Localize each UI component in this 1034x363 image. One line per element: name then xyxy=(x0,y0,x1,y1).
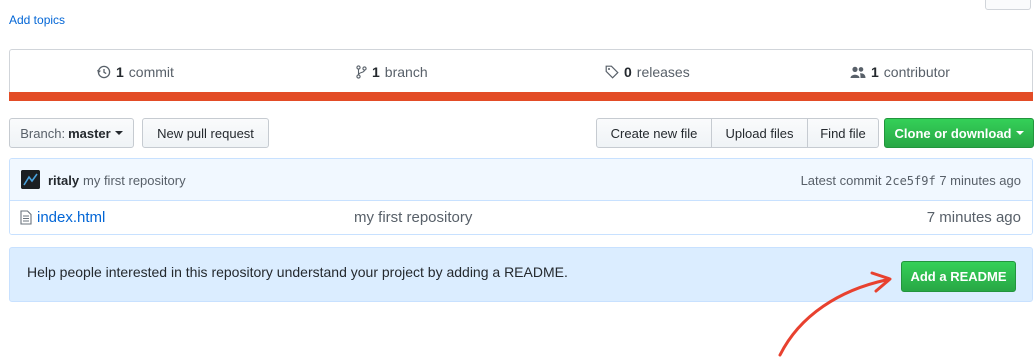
latest-commit-label: Latest commit xyxy=(800,173,882,188)
upload-files-button[interactable]: Upload files xyxy=(711,118,808,148)
add-topics-link[interactable]: Add topics xyxy=(9,13,65,27)
file-icon xyxy=(20,210,32,228)
commit-tease: ritaly my first repository Latest commit… xyxy=(10,159,1032,201)
branches-count: 1 xyxy=(372,64,380,80)
file-navigation: Branch: master New pull request Create n… xyxy=(0,118,1034,148)
new-pull-request-button[interactable]: New pull request xyxy=(142,118,269,148)
commits-label: commit xyxy=(128,64,174,80)
commit-author-link[interactable]: ritaly xyxy=(48,173,79,188)
latest-commit-info: Latest commit 2ce5f9f 7 minutes ago xyxy=(801,173,1021,188)
commit-sha-link[interactable]: 2ce5f9f xyxy=(885,174,936,188)
add-readme-label: Add a README xyxy=(910,269,1007,284)
branch-select-button[interactable]: Branch: master xyxy=(9,118,134,148)
file-commit-message-link[interactable]: my first repository xyxy=(354,209,472,226)
commits-stat[interactable]: 1 commit xyxy=(97,62,174,82)
find-file-button[interactable]: Find file xyxy=(807,118,879,148)
add-readme-button[interactable]: Add a README xyxy=(901,261,1016,292)
language-bar[interactable] xyxy=(9,92,1033,101)
branches-stat[interactable]: 1 branch xyxy=(356,62,428,82)
clone-or-download-label: Clone or download xyxy=(894,125,1012,141)
new-pull-request-label: New pull request xyxy=(157,125,254,141)
create-new-file-label: Create new file xyxy=(610,125,698,141)
git-branch-icon xyxy=(356,65,367,79)
file-age: 7 minutes ago xyxy=(926,209,1021,226)
tag-icon xyxy=(605,65,619,79)
chevron-down-icon xyxy=(114,131,123,135)
find-file-label: Find file xyxy=(820,125,866,141)
people-icon xyxy=(850,66,866,79)
contributors-stat[interactable]: 1 contributor xyxy=(850,62,950,82)
edit-button[interactable] xyxy=(985,0,1031,10)
branch-prefix: Branch: xyxy=(20,125,66,141)
contributors-label: contributor xyxy=(883,64,950,80)
clone-or-download-button[interactable]: Clone or download xyxy=(884,118,1034,148)
file-name-link[interactable]: index.html xyxy=(37,209,105,226)
create-new-file-button[interactable]: Create new file xyxy=(596,118,712,148)
readme-help-text: Help people interested in this repositor… xyxy=(27,264,568,280)
history-icon xyxy=(97,65,111,79)
upload-files-label: Upload files xyxy=(725,125,794,141)
contributors-count: 1 xyxy=(871,64,879,80)
branches-label: branch xyxy=(384,64,428,80)
commit-age: 7 minutes ago xyxy=(939,173,1021,188)
table-row: index.html my first repository 7 minutes… xyxy=(10,201,1032,234)
branch-name: master xyxy=(68,125,111,141)
file-list: ritaly my first repository Latest commit… xyxy=(9,158,1033,235)
releases-stat[interactable]: 0 releases xyxy=(605,62,690,82)
commit-message-link[interactable]: my first repository xyxy=(83,173,186,188)
releases-label: releases xyxy=(636,64,690,80)
commits-count: 1 xyxy=(116,64,124,80)
releases-count: 0 xyxy=(624,64,632,80)
annotation-arrow-icon xyxy=(778,271,892,357)
avatar[interactable] xyxy=(21,170,40,189)
chevron-down-icon xyxy=(1015,131,1024,135)
